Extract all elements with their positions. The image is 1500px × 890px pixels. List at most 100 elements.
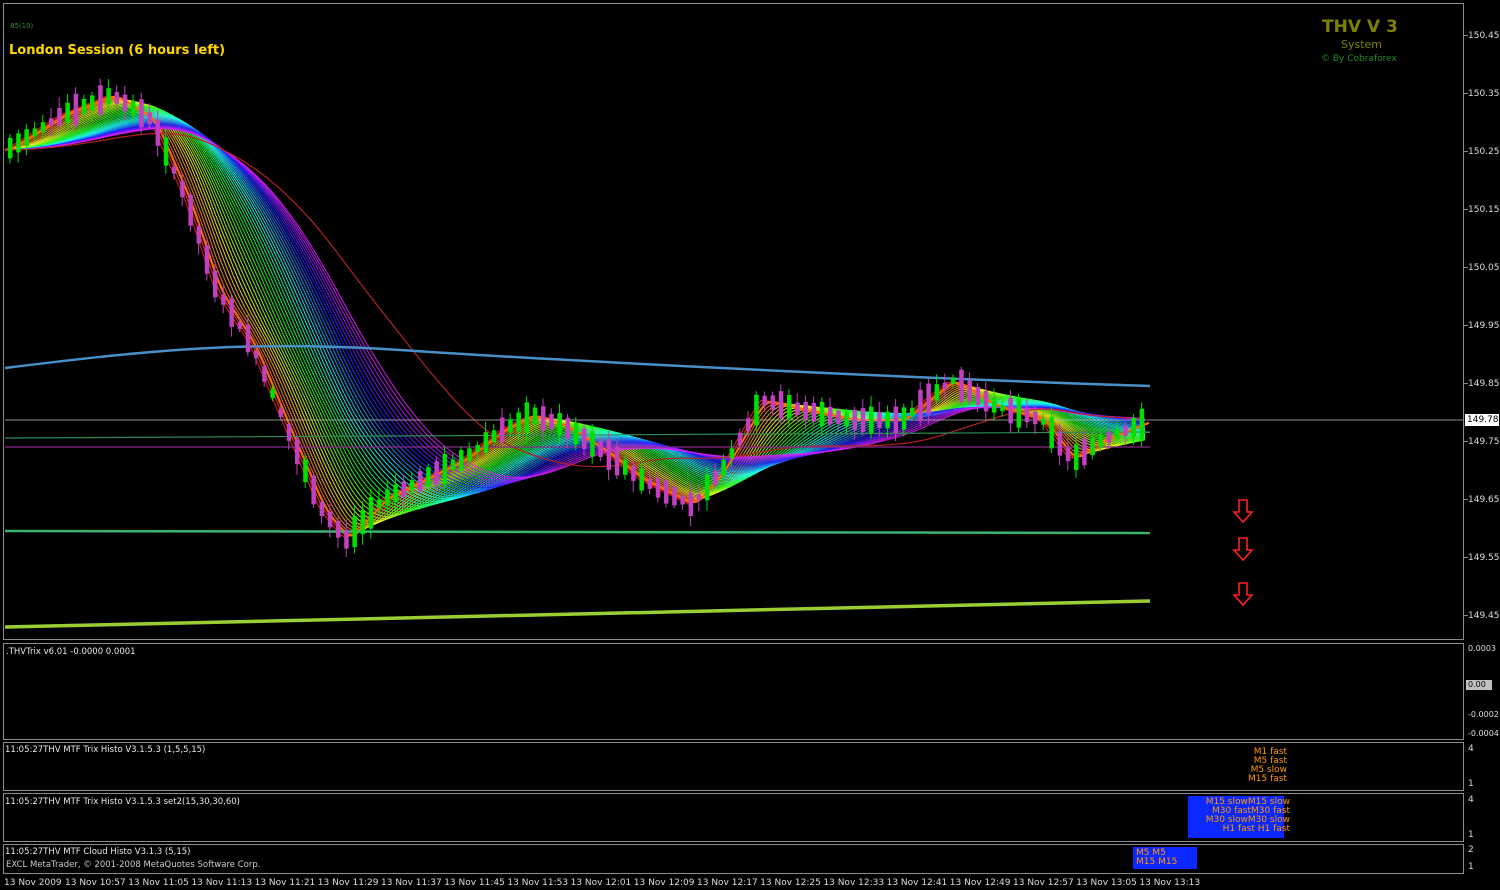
ema-ribbon-line xyxy=(4,95,1146,539)
time-label: 13 Nov 11:21 xyxy=(254,878,316,888)
candle-body xyxy=(541,406,546,432)
histo3-axis-1: 1 xyxy=(1468,862,1474,872)
trix-axis-2: -0.0002 xyxy=(1468,710,1499,719)
candle-body xyxy=(377,499,382,508)
ema-ribbon-line xyxy=(4,96,1146,536)
candle-body xyxy=(172,166,177,174)
down-arrow-icon xyxy=(1232,537,1254,562)
trix-axis-1: 0.00 xyxy=(1466,680,1492,690)
candle-body xyxy=(32,128,38,137)
candle-body xyxy=(532,407,538,425)
support-line-lime xyxy=(4,599,1151,629)
candle-body xyxy=(327,511,333,528)
time-label: 13 Nov 2009 xyxy=(4,878,62,888)
candle-body xyxy=(721,459,726,476)
candle-body xyxy=(1033,411,1038,425)
ema-ribbon-line xyxy=(4,95,1146,538)
candle-body xyxy=(393,484,398,503)
candle-body xyxy=(344,529,349,549)
candle-body xyxy=(951,377,956,384)
candle-body xyxy=(278,408,284,418)
candle-body xyxy=(1082,438,1087,466)
time-label: 13 Nov 11:29 xyxy=(317,878,379,888)
price-label: 149.95 xyxy=(1468,321,1500,331)
histo1-legend: M1 fast M5 fast M5 slow M15 fast xyxy=(1200,748,1287,784)
candle-body xyxy=(426,467,431,487)
candle-body xyxy=(590,431,595,457)
histo3-axis-0: 2 xyxy=(1468,845,1474,855)
price-label: 149.85 xyxy=(1468,379,1500,389)
histo1-title: 11:05:27THV MTF Trix Histo V3.1.5.3 (1,5… xyxy=(5,745,206,755)
candle-body xyxy=(213,270,218,298)
candle-body xyxy=(631,465,636,481)
price-label: 150.45 xyxy=(1468,31,1500,41)
time-label: 13 Nov 11:37 xyxy=(381,878,442,888)
candle-body xyxy=(245,324,251,353)
candle-body xyxy=(147,112,152,125)
candle-body xyxy=(368,496,374,529)
candle-body xyxy=(286,424,292,441)
candle-body xyxy=(401,481,407,497)
candle-body xyxy=(770,395,776,410)
candle-body xyxy=(409,480,415,491)
candle-body xyxy=(737,432,743,446)
time-label: 13 Nov 11:53 xyxy=(507,878,569,888)
histo2-legend-3: H1 fast H1 fast xyxy=(1222,824,1290,834)
down-arrow-icon xyxy=(1232,582,1254,607)
brand-credit: © By Cobraforex xyxy=(1321,54,1397,64)
candle-body xyxy=(885,411,890,429)
candle-body xyxy=(606,439,612,470)
candle-body xyxy=(1008,397,1013,424)
candle-body xyxy=(131,100,136,116)
candle-body xyxy=(1016,398,1022,428)
candle-body xyxy=(418,471,423,491)
candle-body xyxy=(672,486,677,506)
candle-body xyxy=(1065,447,1071,462)
price-label: 149.75 xyxy=(1468,437,1500,447)
candle-body xyxy=(934,384,940,401)
trix-title: .THVTrix v6.01 -0.0000 0.0001 xyxy=(6,647,136,657)
time-label: 13 Nov 10:57 xyxy=(65,878,126,888)
candle-body xyxy=(1074,444,1079,471)
histo2-legend: M15 slowM15 slow M30 fastM30 fast M30 sl… xyxy=(1190,798,1290,834)
histo2-title: 11:05:27THV MTF Trix Histo V3.1.5.3 set2… xyxy=(5,797,240,807)
candle-body xyxy=(524,402,530,434)
candle-body xyxy=(254,350,259,359)
candle-body xyxy=(491,430,497,443)
candle-body xyxy=(49,118,54,126)
brand-title: THV V 3 xyxy=(1322,17,1398,37)
candle-body xyxy=(918,389,923,422)
candle-body xyxy=(959,369,964,402)
candle-body xyxy=(705,474,710,501)
candle-body xyxy=(713,470,718,485)
candle-body xyxy=(352,515,357,548)
candle-body xyxy=(787,395,792,419)
trix-pane[interactable] xyxy=(3,643,1464,740)
time-label: 13 Nov 12:01 xyxy=(570,878,632,888)
candle-body xyxy=(434,461,439,485)
trix-axis-3: -0.0004 xyxy=(1468,729,1499,738)
candle-body xyxy=(57,108,62,126)
time-label: 13 Nov 11:05 xyxy=(128,878,189,888)
price-label: 150.15 xyxy=(1468,205,1500,215)
candle-body xyxy=(795,402,800,416)
candle-body xyxy=(1041,418,1046,425)
candle-body xyxy=(680,495,685,505)
candle-body xyxy=(778,391,784,419)
candle-body xyxy=(1106,432,1112,443)
slow-ma-line xyxy=(4,132,1145,468)
candle-body xyxy=(1057,431,1063,456)
candle-body xyxy=(16,133,21,153)
candle-body xyxy=(565,417,571,440)
price-label: 150.25 xyxy=(1468,147,1500,157)
candle-body xyxy=(8,137,13,159)
support-line-green xyxy=(4,529,1151,535)
candle-body xyxy=(1131,417,1136,438)
candle-body xyxy=(237,322,243,330)
histo3-footer: EXCL MetaTrader, © 2001-2008 MetaQuotes … xyxy=(6,860,261,870)
candle-body xyxy=(73,93,79,126)
candle-body xyxy=(483,432,489,453)
candle-body xyxy=(188,194,193,226)
price-label: 149.45 xyxy=(1468,611,1500,621)
candle-body xyxy=(696,494,702,501)
